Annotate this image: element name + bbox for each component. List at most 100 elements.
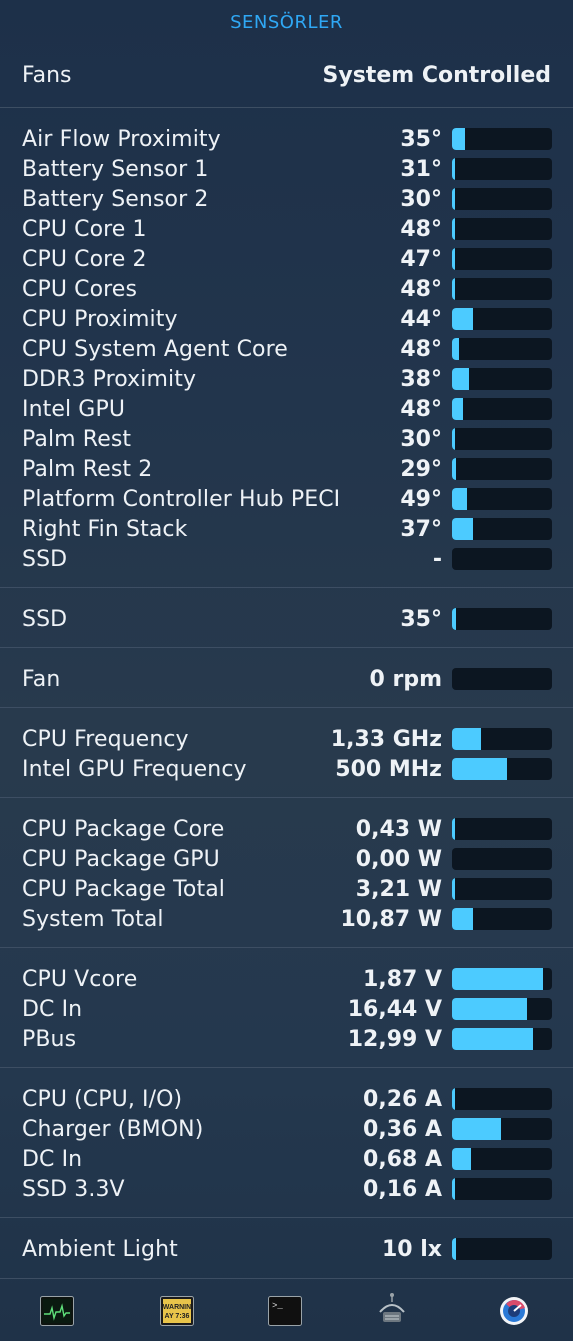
sensor-name: CPU Package GPU bbox=[22, 846, 220, 872]
section-divider bbox=[0, 107, 573, 108]
sensor-level-fill bbox=[452, 818, 455, 840]
sensor-level-bar bbox=[452, 998, 552, 1020]
sensor-row[interactable]: SSD - bbox=[22, 544, 552, 574]
sensor-row[interactable]: PBus 12,99 V bbox=[22, 1024, 552, 1054]
sensor-row[interactable]: Palm Rest 2 29° bbox=[22, 454, 552, 484]
sensor-level-bar bbox=[452, 548, 552, 570]
sensor-row[interactable]: SSD 35° bbox=[22, 604, 552, 634]
sensor-level-bar bbox=[452, 1088, 552, 1110]
section-fan: Fan 0 rpm bbox=[0, 664, 573, 694]
section-voltage: CPU Vcore 1,87 V DC In 16,44 V PBus 12,99 V bbox=[0, 964, 573, 1054]
sensor-level-fill bbox=[452, 878, 455, 900]
sensor-level-bar bbox=[452, 818, 552, 840]
sensor-level-fill bbox=[452, 968, 543, 990]
system-information-icon[interactable] bbox=[375, 1292, 409, 1328]
sensor-value: 0,00 W bbox=[355, 846, 442, 872]
sensor-row[interactable]: DC In 0,68 A bbox=[22, 1144, 552, 1174]
sensor-level-bar bbox=[452, 188, 552, 210]
sensor-name: DC In bbox=[22, 996, 83, 1022]
sensor-level-bar bbox=[452, 668, 552, 690]
section-current: CPU (CPU, I/O) 0,26 A Charger (BMON) 0,36 A… bbox=[0, 1084, 573, 1204]
sensor-row[interactable]: SSD 3.3V 0,16 A bbox=[22, 1174, 552, 1204]
sensor-row[interactable]: CPU Core 1 48° bbox=[22, 214, 552, 244]
sensor-level-fill bbox=[452, 368, 469, 390]
sensor-name: Palm Rest bbox=[22, 426, 132, 452]
console-icon[interactable]: WARNIN AY 7:36 bbox=[160, 1296, 194, 1326]
fans-row[interactable]: Fans System Controlled bbox=[22, 58, 551, 92]
sensor-level-fill bbox=[452, 728, 481, 750]
sensor-name: CPU Core 2 bbox=[22, 246, 147, 272]
sensor-row[interactable]: Right Fin Stack 37° bbox=[22, 514, 552, 544]
sensor-name: CPU Cores bbox=[22, 276, 138, 302]
fans-mode-value[interactable]: System Controlled bbox=[323, 63, 551, 88]
sensor-level-bar bbox=[452, 458, 552, 480]
sensor-row[interactable]: Charger (BMON) 0,36 A bbox=[22, 1114, 552, 1144]
sensor-row[interactable]: Intel GPU Frequency 500 MHz bbox=[22, 754, 552, 784]
sensor-level-bar bbox=[452, 878, 552, 900]
sensor-value: 1,87 V bbox=[363, 966, 442, 992]
sensor-value: 0,26 A bbox=[363, 1086, 442, 1112]
sensor-level-bar bbox=[452, 428, 552, 450]
sensor-value: 0,36 A bbox=[363, 1116, 442, 1142]
sensor-name: DDR3 Proximity bbox=[22, 366, 197, 392]
sensor-level-fill bbox=[452, 428, 455, 450]
sensor-value: 10 lx bbox=[381, 1236, 442, 1262]
sensor-row[interactable]: CPU System Agent Core 48° bbox=[22, 334, 552, 364]
sensor-name: System Total bbox=[22, 906, 164, 932]
sensor-row[interactable]: System Total 10,87 W bbox=[22, 904, 552, 934]
sensor-row[interactable]: CPU Proximity 44° bbox=[22, 304, 552, 334]
console-icon-line1: WARNIN bbox=[163, 1304, 191, 1311]
sensor-row[interactable]: Fan 0 rpm bbox=[22, 664, 552, 694]
sensor-level-fill bbox=[452, 278, 455, 300]
sensor-value: 0,43 W bbox=[355, 816, 442, 842]
sensor-row[interactable]: CPU Cores 48° bbox=[22, 274, 552, 304]
sensor-level-bar bbox=[452, 848, 552, 870]
sensor-row[interactable]: CPU Package Total 3,21 W bbox=[22, 874, 552, 904]
sensor-level-fill bbox=[452, 1148, 471, 1170]
sensor-level-bar bbox=[452, 1238, 552, 1260]
section-divider bbox=[0, 647, 573, 648]
activity-monitor-icon[interactable] bbox=[40, 1296, 74, 1326]
section-divider bbox=[0, 587, 573, 588]
sensor-row[interactable]: DC In 16,44 V bbox=[22, 994, 552, 1024]
sensor-level-bar bbox=[452, 398, 552, 420]
sensor-name: CPU Vcore bbox=[22, 966, 138, 992]
sensor-name: Battery Sensor 2 bbox=[22, 186, 209, 212]
sensor-name: SSD bbox=[22, 606, 68, 632]
sensor-name: Intel GPU Frequency bbox=[22, 756, 247, 782]
sensor-row[interactable]: DDR3 Proximity 38° bbox=[22, 364, 552, 394]
sensor-row[interactable]: CPU Vcore 1,87 V bbox=[22, 964, 552, 994]
section-frequency: CPU Frequency 1,33 GHz Intel GPU Frequency… bbox=[0, 724, 573, 784]
sensor-level-bar bbox=[452, 308, 552, 330]
istat-menus-icon[interactable] bbox=[497, 1296, 531, 1326]
sensor-value: 48° bbox=[400, 276, 442, 302]
sensor-value: 38° bbox=[400, 366, 442, 392]
sensor-level-fill bbox=[452, 128, 465, 150]
sensor-value: 0,16 A bbox=[363, 1176, 442, 1202]
sensor-name: CPU Package Total bbox=[22, 876, 225, 902]
sensor-row[interactable]: CPU (CPU, I/O) 0,26 A bbox=[22, 1084, 552, 1114]
sensor-row[interactable]: CPU Core 2 47° bbox=[22, 244, 552, 274]
sensor-row[interactable]: Battery Sensor 1 31° bbox=[22, 154, 552, 184]
sensor-level-fill bbox=[452, 188, 455, 210]
sensor-row[interactable]: Battery Sensor 2 30° bbox=[22, 184, 552, 214]
terminal-icon[interactable]: >_ bbox=[268, 1296, 302, 1326]
sensor-level-fill bbox=[452, 908, 473, 930]
sensor-value: 48° bbox=[400, 216, 442, 242]
sensor-level-bar bbox=[452, 158, 552, 180]
sensor-name: Battery Sensor 1 bbox=[22, 156, 209, 182]
sensor-level-fill bbox=[452, 158, 455, 180]
sensor-level-bar bbox=[452, 518, 552, 540]
sensor-row[interactable]: Ambient Light 10 lx bbox=[22, 1234, 552, 1264]
sensor-row[interactable]: CPU Frequency 1,33 GHz bbox=[22, 724, 552, 754]
sensor-row[interactable]: Intel GPU 48° bbox=[22, 394, 552, 424]
sensor-row[interactable]: Platform Controller Hub PECI 49° bbox=[22, 484, 552, 514]
sensor-row[interactable]: Air Flow Proximity 35° bbox=[22, 124, 552, 154]
sensor-level-fill bbox=[452, 1178, 455, 1200]
sensor-level-bar bbox=[452, 728, 552, 750]
sensor-level-fill bbox=[452, 1118, 501, 1140]
sensor-row[interactable]: CPU Package GPU 0,00 W bbox=[22, 844, 552, 874]
sensor-row[interactable]: Palm Rest 30° bbox=[22, 424, 552, 454]
sensor-level-fill bbox=[452, 1088, 455, 1110]
sensor-row[interactable]: CPU Package Core 0,43 W bbox=[22, 814, 552, 844]
